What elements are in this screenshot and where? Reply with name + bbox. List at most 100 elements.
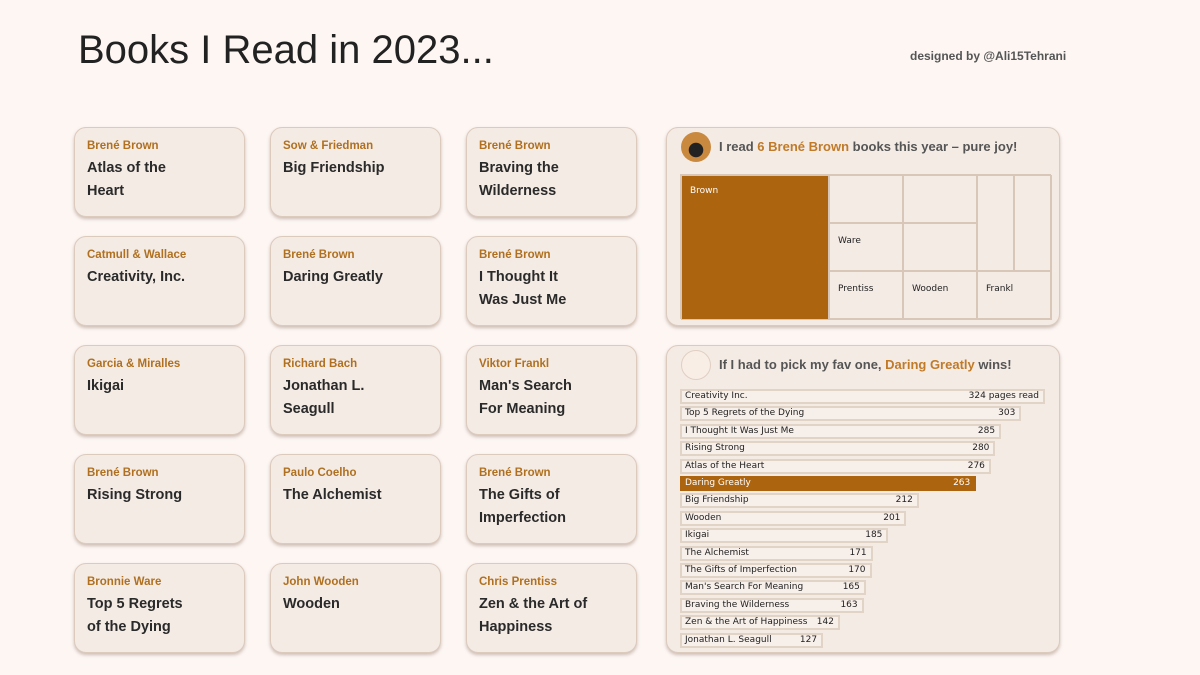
bar: Zen & the Art of Happiness 142 bbox=[680, 615, 840, 631]
bar-label: Zen & the Art of Happiness bbox=[685, 617, 808, 628]
book-card: Brené Brown Daring Greatly bbox=[270, 236, 441, 326]
book-card: Chris Prentiss Zen & the Art of Happiness bbox=[466, 563, 637, 653]
book-author: Sow & Friedman bbox=[283, 140, 374, 152]
book-title: The Alchemist bbox=[283, 487, 382, 503]
book-card: Brené Brown Rising Strong bbox=[74, 454, 245, 544]
book-author: Garcia & Miralles bbox=[87, 358, 181, 370]
book-author: Brené Brown bbox=[479, 249, 551, 261]
bar-label: Man's Search For Meaning bbox=[685, 582, 804, 593]
designer-credit: designed by @Ali15Tehrani bbox=[910, 49, 1067, 63]
bar-value: 212 bbox=[895, 495, 913, 506]
book-title: Man's Search For Meaning bbox=[479, 378, 572, 417]
bar-label: Daring Greatly bbox=[685, 478, 751, 488]
treemap-cell bbox=[903, 175, 977, 223]
bar-value: 263 bbox=[953, 478, 971, 488]
book-author: Brené Brown bbox=[479, 140, 551, 152]
bar-label: Jonathan L. Seagull bbox=[685, 634, 772, 645]
book-author: Paulo Coelho bbox=[283, 467, 357, 479]
bar-value: 171 bbox=[849, 547, 867, 558]
treemap-cell bbox=[829, 175, 903, 223]
book-author: Bronnie Ware bbox=[87, 576, 162, 588]
treemap-cell: Wooden bbox=[903, 271, 977, 320]
bar-label: Big Friendship bbox=[685, 495, 749, 506]
bar-label: Top 5 Regrets of the Dying bbox=[685, 408, 805, 419]
book-card: Paulo Coelho The Alchemist bbox=[270, 454, 441, 544]
book-title: Top 5 Regrets of the Dying bbox=[87, 596, 183, 635]
bar: Big Friendship 212 bbox=[680, 493, 919, 509]
book-title: Atlas of the Heart bbox=[87, 160, 166, 199]
bar-value: 170 bbox=[848, 565, 866, 575]
bar-value: 127 bbox=[799, 634, 818, 645]
bar-value: 276 bbox=[967, 460, 985, 471]
pages-bar-panel: If I had to pick my fav one, Daring Grea… bbox=[666, 345, 1060, 653]
treemap-cell: Frankl bbox=[977, 271, 1052, 320]
book-card: Catmull & Wallace Creativity, Inc. bbox=[74, 236, 245, 326]
book-title: Wooden bbox=[283, 596, 340, 612]
bar-value: 303 bbox=[998, 408, 1016, 419]
book-title: Daring Greatly bbox=[283, 269, 383, 285]
book-author: Chris Prentiss bbox=[479, 576, 557, 588]
book-card: Brené Brown Atlas of the Heart bbox=[74, 127, 245, 217]
book-card: Viktor Frankl Man's Search For Meaning bbox=[466, 345, 637, 435]
book-title: Ikigai bbox=[87, 378, 125, 394]
book-author: Brené Brown bbox=[479, 467, 551, 479]
book-author: Brené Brown bbox=[87, 467, 159, 479]
bar-label: Ikigai bbox=[685, 530, 710, 541]
treemap-cell bbox=[903, 223, 977, 271]
bar-label: Wooden bbox=[685, 512, 722, 523]
bar: Creativity Inc. 324 pages read bbox=[680, 389, 1045, 404]
author-photo-icon bbox=[681, 132, 711, 162]
bar-value: 163 bbox=[840, 599, 858, 610]
book-author: Brené Brown bbox=[87, 140, 159, 152]
treemap-cell bbox=[1014, 175, 1052, 271]
bar-value: 280 bbox=[972, 443, 990, 454]
book-title: Zen & the Art of Happiness bbox=[479, 596, 588, 635]
book-title: Rising Strong bbox=[87, 487, 183, 503]
treemap-cell: Ware bbox=[829, 223, 903, 271]
page-title: Books I Read in 2023... bbox=[78, 28, 494, 72]
bar-label: The Gifts of Imperfection bbox=[685, 565, 797, 575]
book-card: Richard Bach Jonathan L. Seagull bbox=[270, 345, 441, 435]
bar-label: Rising Strong bbox=[685, 443, 745, 454]
bar: Daring Greatly 263 bbox=[680, 476, 977, 491]
book-card: Brené Brown The Gifts of Imperfection bbox=[466, 454, 637, 544]
bar-label: I Thought It Was Just Me bbox=[685, 425, 794, 436]
bar-heading: If I had to pick my fav one, Daring Grea… bbox=[719, 357, 1012, 372]
book-title: Big Friendship bbox=[283, 160, 385, 176]
bar-value: 324 pages read bbox=[968, 391, 1039, 401]
book-card: Sow & Friedman Big Friendship bbox=[270, 127, 441, 217]
treemap-heading: I read 6 Brené Brown books this year – p… bbox=[719, 139, 1018, 154]
book-card: John Wooden Wooden bbox=[270, 563, 441, 653]
bar: Wooden 201 bbox=[680, 510, 907, 526]
book-card: Brené Brown I Thought It Was Just Me bbox=[466, 236, 637, 326]
book-author: Viktor Frankl bbox=[479, 358, 550, 370]
bar-value: 185 bbox=[865, 530, 883, 541]
bar-value: 285 bbox=[977, 425, 996, 436]
book-title: Braving the Wilderness bbox=[479, 160, 559, 199]
book-title: Jonathan L. Seagull bbox=[283, 378, 365, 417]
author-treemap: Brown Ware Prentiss Wooden Frankl bbox=[680, 174, 1052, 320]
book-card: Garcia & Miralles Ikigai bbox=[74, 345, 245, 435]
book-cover-icon bbox=[681, 350, 711, 380]
book-author: Richard Bach bbox=[283, 358, 358, 370]
bar: Man's Search For Meaning 165 bbox=[680, 580, 866, 596]
book-title: Creativity, Inc. bbox=[87, 269, 186, 285]
bar: Atlas of the Heart 276 bbox=[680, 458, 991, 474]
bar-value: 142 bbox=[816, 617, 834, 628]
book-title: I Thought It Was Just Me bbox=[479, 269, 567, 308]
book-card: Bronnie Ware Top 5 Regrets of the Dying bbox=[74, 563, 245, 653]
bar-value: 165 bbox=[842, 582, 860, 593]
bar-value: 201 bbox=[883, 512, 901, 523]
book-author: Catmull & Wallace bbox=[87, 249, 187, 261]
bar: Jonathan L. Seagull 127 bbox=[680, 632, 824, 648]
bar: The Alchemist 171 bbox=[680, 545, 873, 561]
author-treemap-panel: I read 6 Brené Brown books this year – p… bbox=[666, 127, 1060, 326]
treemap-cell: Brown bbox=[681, 175, 829, 320]
bar: I Thought It Was Just Me 285 bbox=[680, 423, 1002, 439]
bar-label: Atlas of the Heart bbox=[685, 460, 765, 471]
treemap-cell bbox=[977, 175, 1014, 271]
bar-label: Braving the Wilderness bbox=[685, 599, 790, 610]
book-author: Brené Brown bbox=[283, 249, 355, 261]
bar: The Gifts of Imperfection 170 bbox=[680, 563, 872, 578]
bar-label: The Alchemist bbox=[685, 547, 749, 558]
